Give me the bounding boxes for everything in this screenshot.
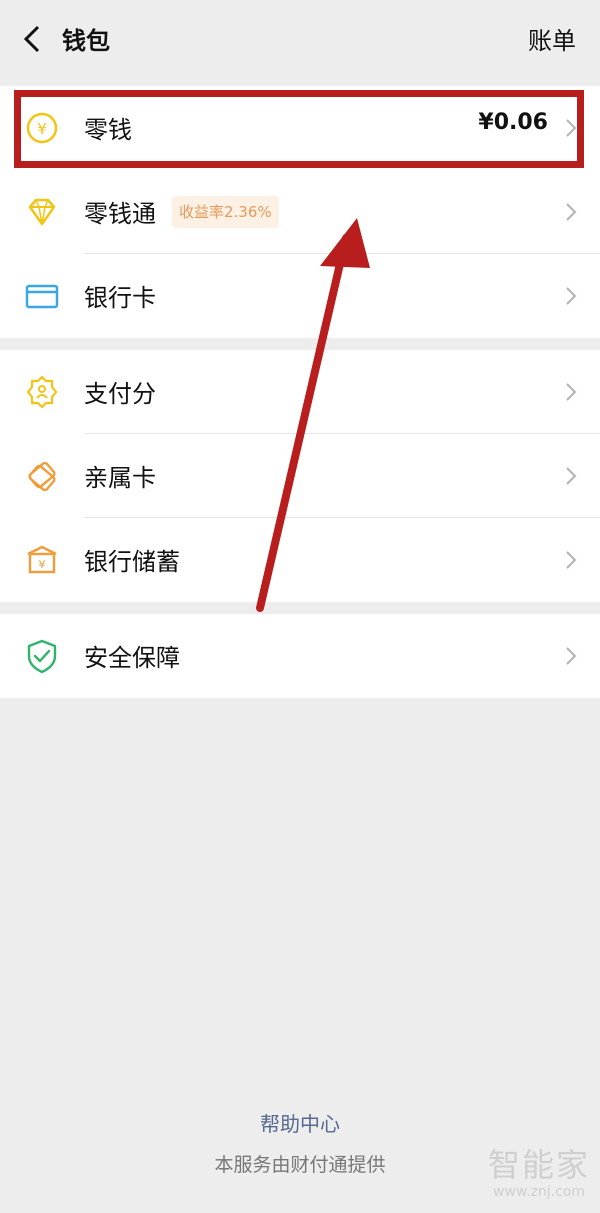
svg-text:¥: ¥: [37, 120, 47, 138]
nav-header: 钱包 账单: [0, 0, 600, 84]
chevron-right-icon: [566, 467, 577, 485]
back-arrow-icon[interactable]: [18, 22, 48, 56]
diamond-icon: [28, 198, 56, 226]
wallet-group-primary: ¥ 零钱 ¥0.06 零钱通 收益率2.36% 银行卡: [0, 86, 600, 338]
shield-check-icon: [27, 639, 57, 674]
watermark-logo: 智能家 www.znj.com: [488, 1140, 590, 1200]
wallet-group-security: 安全保障: [0, 614, 600, 698]
chevron-right-icon: [566, 119, 577, 137]
list-item-label: 安全保障: [84, 644, 180, 672]
list-item-label: 零钱: [84, 116, 132, 144]
watermark-url: www.znj.com: [493, 1184, 585, 1200]
page-title: 钱包: [62, 27, 110, 55]
list-item-bank-savings[interactable]: ¥ 银行储蓄: [0, 518, 600, 602]
family-card-icon: [28, 461, 56, 492]
wallet-group-services: 支付分 亲属卡 ¥ 银行储蓄: [0, 350, 600, 602]
bill-button[interactable]: 账单: [528, 21, 576, 56]
list-item-family-card[interactable]: 亲属卡: [0, 434, 600, 518]
list-item-pay-score[interactable]: 支付分: [0, 350, 600, 434]
bank-savings-icon: ¥: [27, 545, 57, 574]
change-coin-icon: ¥: [26, 112, 58, 144]
chevron-right-icon: [566, 287, 577, 305]
help-center-link[interactable]: 帮助中心: [0, 1108, 600, 1137]
yield-rate-badge: 收益率2.36%: [172, 196, 279, 228]
chevron-right-icon: [566, 551, 577, 569]
balance-amount: ¥0.06: [478, 110, 548, 135]
svg-text:¥: ¥: [39, 558, 46, 571]
chevron-right-icon: [566, 203, 577, 221]
list-item-label: 银行储蓄: [84, 548, 180, 576]
chevron-right-icon: [566, 647, 577, 665]
list-item-label: 零钱通: [84, 200, 156, 228]
list-item-change[interactable]: ¥ 零钱 ¥0.06: [0, 86, 600, 170]
list-item-label: 银行卡: [84, 284, 156, 312]
list-item-label: 支付分: [84, 380, 156, 408]
list-item-bank-card[interactable]: 银行卡: [0, 254, 600, 338]
list-item-lingqiantong[interactable]: 零钱通 收益率2.36%: [0, 170, 600, 254]
watermark-text: 智能家: [487, 1146, 590, 1184]
bank-card-icon: [25, 284, 59, 309]
chevron-right-icon: [566, 383, 577, 401]
list-item-label: 亲属卡: [84, 464, 156, 492]
list-item-security[interactable]: 安全保障: [0, 614, 600, 698]
pay-score-icon: [26, 375, 58, 409]
